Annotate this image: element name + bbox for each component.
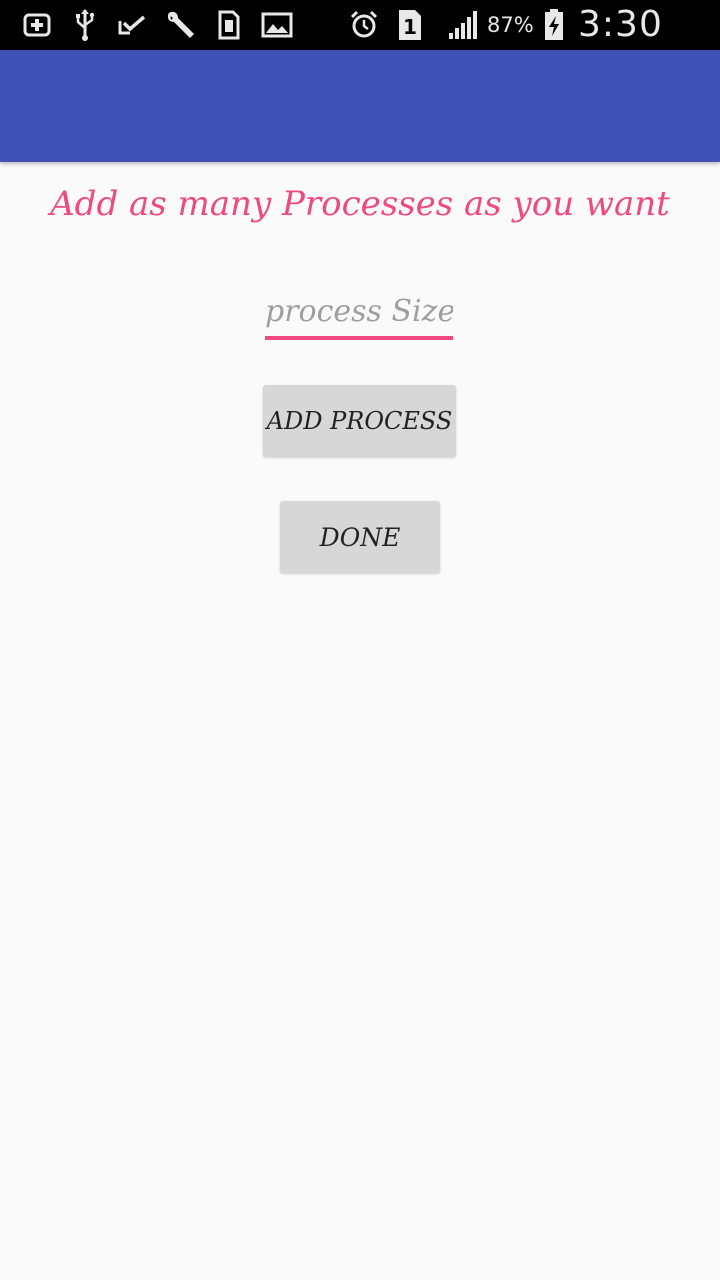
add-process-button[interactable]: ADD PROCESS [263,385,456,457]
clock: 3:30 AM [578,4,663,95]
signal-icon [446,0,480,50]
plus-box-icon [22,0,52,50]
done-button[interactable]: DONE [280,501,440,573]
usb-icon [72,0,98,50]
sim-slot-number: 1 [403,15,417,39]
status-bar: 1 87% 3:30 AM [0,0,720,95]
sim-card-icon [216,0,242,50]
battery-percent: 87% [487,13,534,37]
app-bar [0,50,720,162]
alarm-icon [348,0,380,50]
battery-charging-icon [542,0,566,50]
wrench-icon [163,0,199,50]
image-icon [260,0,294,50]
sim-1-icon: 1 [396,0,424,50]
page-heading: Add as many Processes as you want [50,184,670,224]
process-size-input[interactable] [265,286,453,340]
check-icon [117,0,149,50]
